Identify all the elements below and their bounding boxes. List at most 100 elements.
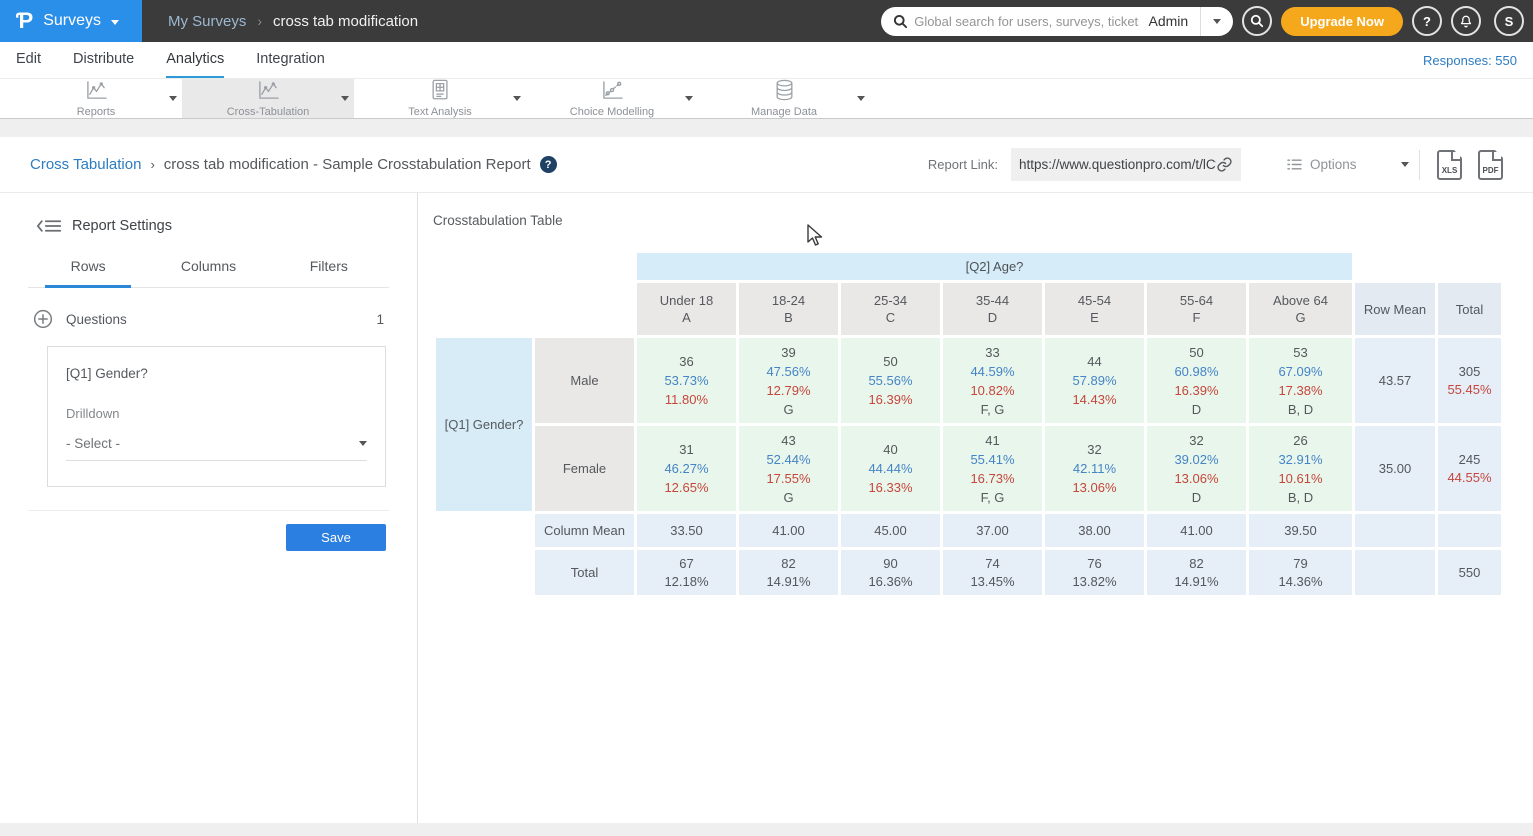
- tab-columns[interactable]: Columns: [148, 258, 268, 287]
- search-scope-selector[interactable]: Admin: [1145, 13, 1201, 29]
- column-header-C: 25-34C: [841, 283, 940, 335]
- empty-summary-cell: [1438, 514, 1501, 547]
- total-cell: 6712.18%: [637, 550, 736, 595]
- nav-items: Edit Distribute Analytics Integration: [16, 42, 325, 78]
- data-cell: 4044.44%16.33%: [841, 426, 940, 511]
- chevron-down-icon[interactable]: [513, 96, 521, 101]
- link-icon[interactable]: [1216, 156, 1233, 173]
- advanced-search-button[interactable]: [1242, 6, 1272, 36]
- empty-summary-cell: [1355, 550, 1435, 595]
- analytics-ribbon: Reports Cross-Tabulation Text AnalysisChoi…: [0, 79, 1533, 119]
- add-question-icon[interactable]: [33, 309, 53, 329]
- total-cell: 7613.82%: [1045, 550, 1144, 595]
- ribbon-item-label: Cross-Tabulation: [227, 106, 310, 118]
- ribbon-item-label: Reports: [77, 106, 116, 118]
- blank-cell: [436, 550, 532, 595]
- blank-cell: [436, 283, 634, 335]
- list-options-icon: [1287, 158, 1302, 171]
- search-input[interactable]: [908, 14, 1144, 29]
- row-total-cell: 24544.55%: [1438, 426, 1501, 511]
- column-header-F: 55-64F: [1147, 283, 1246, 335]
- column-header-D: 35-44D: [943, 283, 1042, 335]
- column-mean-cell: 39.50: [1249, 514, 1352, 547]
- data-cell: 3242.11%13.06%: [1045, 426, 1144, 511]
- report-help-icon[interactable]: ?: [540, 156, 557, 173]
- tab-filters[interactable]: Filters: [269, 258, 389, 287]
- table-row-total: Total6712.18%8214.91%9016.36%7413.45%761…: [436, 550, 1501, 595]
- export-xls-button[interactable]: XLS: [1437, 150, 1462, 180]
- drilldown-selected-value: - Select -: [66, 436, 120, 451]
- chevron-down-icon: [359, 441, 367, 446]
- report-link-input[interactable]: [1019, 157, 1216, 172]
- data-cell: 3344.59%10.82%F, G: [943, 338, 1042, 423]
- ribbon-item-label: Manage Data: [751, 106, 817, 118]
- column-mean-cell: 41.00: [1147, 514, 1246, 547]
- crosstab-table: [Q2] Age?Under 18A18-24B25-34C35-44D45-5…: [433, 250, 1504, 598]
- upgrade-now-button[interactable]: Upgrade Now: [1281, 7, 1403, 36]
- report-breadcrumb: Cross Tabulation › cross tab modificatio…: [30, 156, 557, 173]
- total-cell: 7413.45%: [943, 550, 1042, 595]
- report-card: Cross Tabulation › cross tab modificatio…: [0, 137, 1533, 823]
- report-body: Report Settings RowsColumnsFilters Quest…: [0, 193, 1533, 823]
- table-row-column-group: [Q2] Age?: [436, 253, 1501, 280]
- export-pdf-button[interactable]: PDF: [1478, 150, 1503, 180]
- chevron-down-icon: [1401, 162, 1409, 167]
- global-search: Admin: [881, 7, 1233, 36]
- column-group-header: [Q2] Age?: [637, 253, 1352, 280]
- chevron-down-icon[interactable]: [169, 96, 177, 101]
- help-button[interactable]: ?: [1412, 6, 1442, 36]
- ribbon-item-choice-modelling[interactable]: Choice Modelling: [526, 79, 698, 118]
- avatar-initial: S: [1505, 14, 1514, 29]
- avatar[interactable]: S: [1494, 6, 1524, 36]
- search-icon: [893, 14, 908, 29]
- survey-nav: EditDistributeAnalyticsIntegration Respo…: [0, 42, 1533, 79]
- nav-item-analytics[interactable]: Analytics: [166, 42, 224, 78]
- options-label: Options: [1310, 157, 1357, 172]
- chevron-down-icon: [111, 20, 119, 25]
- breadcrumb-my-surveys[interactable]: My Surveys: [168, 13, 246, 30]
- section-title: Crosstabulation Table: [433, 213, 1533, 228]
- chevron-down-icon[interactable]: [341, 96, 349, 101]
- chevron-down-icon[interactable]: [857, 96, 865, 101]
- table-row-male: [Q1] Gender?Male3653.73%11.80%3947.56%12…: [436, 338, 1501, 423]
- toolbar-divider: [1419, 150, 1420, 180]
- tab-rows[interactable]: Rows: [28, 258, 148, 287]
- data-cell: 4457.89%14.43%: [1045, 338, 1144, 423]
- report-link-label: Report Link:: [928, 157, 998, 172]
- cross-tabulation-link[interactable]: Cross Tabulation: [30, 156, 141, 173]
- column-header-G: Above 64G: [1249, 283, 1352, 335]
- options-dropdown[interactable]: Options: [1287, 157, 1409, 172]
- nav-item-edit[interactable]: Edit: [16, 42, 41, 78]
- product-switcher[interactable]: Ƥ Surveys: [0, 0, 142, 42]
- report-title: cross tab modification - Sample Crosstab…: [164, 156, 531, 173]
- question-title: [Q1] Gender?: [66, 366, 367, 381]
- ribbon-item-manage-data[interactable]: Manage Data: [698, 79, 870, 118]
- data-cell: 3653.73%11.80%: [637, 338, 736, 423]
- notifications-button[interactable]: [1451, 6, 1481, 36]
- collapse-panel-icon[interactable]: [37, 218, 61, 234]
- question-card: [Q1] Gender? Drilldown - Select -: [47, 346, 386, 487]
- data-cell: 4352.44%17.55%G: [739, 426, 838, 511]
- data-cell: 3239.02%13.06%D: [1147, 426, 1246, 511]
- data-cell: 2632.91%10.61%B, D: [1249, 426, 1352, 511]
- nav-item-integration[interactable]: Integration: [256, 42, 325, 78]
- ribbon-item-reports[interactable]: Reports: [10, 79, 182, 118]
- ribbon-item-cross-tabulation[interactable]: Cross-Tabulation: [182, 79, 354, 118]
- data-cell: 4155.41%16.73%F, G: [943, 426, 1042, 511]
- data-cell: 3947.56%12.79%G: [739, 338, 838, 423]
- nav-item-distribute[interactable]: Distribute: [73, 42, 134, 78]
- topbar-actions: Admin Upgrade Now ? S: [881, 6, 1533, 36]
- search-scope-dropdown[interactable]: [1201, 7, 1233, 36]
- row-mean-header: Row Mean: [1355, 283, 1435, 335]
- chevron-down-icon[interactable]: [685, 96, 693, 101]
- report-header: Cross Tabulation › cross tab modificatio…: [0, 137, 1533, 193]
- questions-label: Questions: [66, 312, 127, 327]
- ribbon-item-text-analysis[interactable]: Text Analysis: [354, 79, 526, 118]
- bell-icon: [1459, 14, 1473, 29]
- database-icon: [774, 79, 795, 106]
- row-group-header: [Q1] Gender?: [436, 338, 532, 511]
- total-row-label: Total: [535, 550, 634, 595]
- drilldown-select[interactable]: - Select -: [66, 436, 367, 461]
- save-button[interactable]: Save: [286, 524, 386, 551]
- total-header: Total: [1438, 283, 1501, 335]
